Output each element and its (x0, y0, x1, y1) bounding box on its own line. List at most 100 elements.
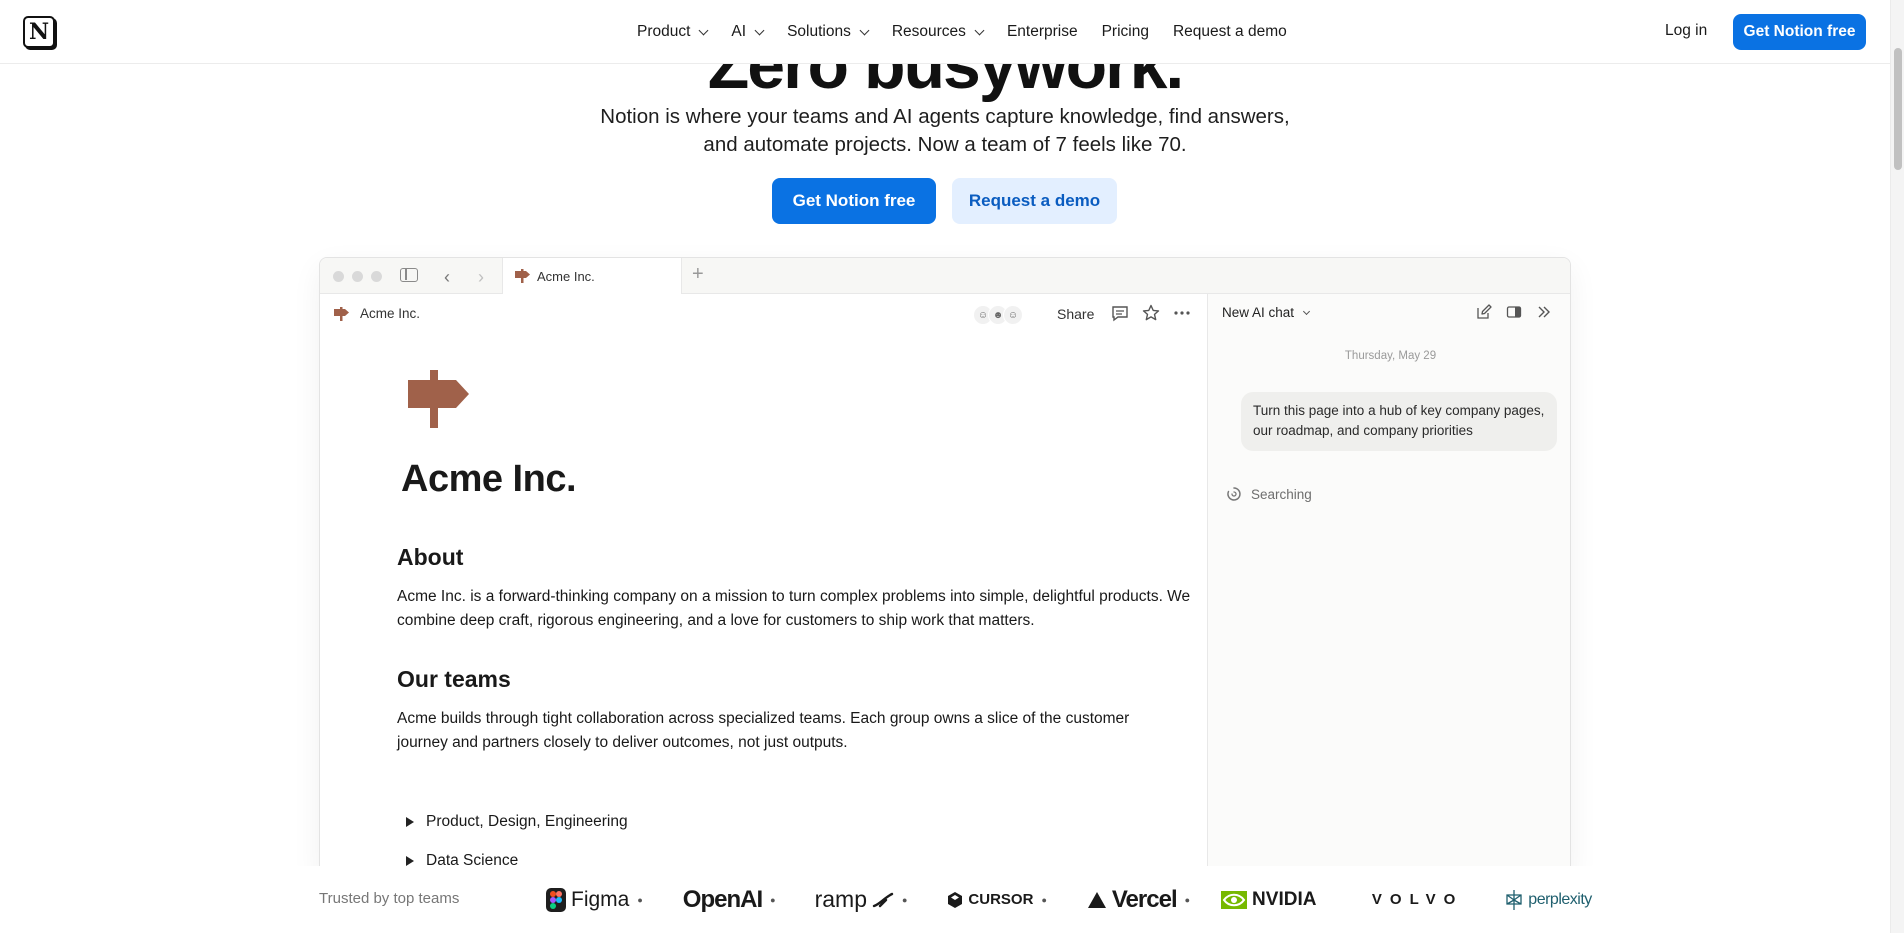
chevron-down-icon (974, 25, 985, 35)
nav-links: Product AI Solutions Resources Enterpris… (625, 0, 1299, 64)
trusted-by-bar: Trusted by top teams Figma ● OpenAI ● ramp… (0, 866, 1890, 933)
logo-letter: N (28, 19, 50, 45)
hero-subtitle: Notion is where your teams and AI agents… (600, 105, 1290, 156)
panel-layout-icon[interactable] (1506, 304, 1522, 320)
separator-dot: ● (637, 894, 643, 905)
tab-acme-inc[interactable]: Acme Inc. (502, 258, 682, 294)
get-notion-free-button[interactable]: Get Notion free (772, 178, 936, 224)
teams-heading: Our teams (397, 666, 511, 692)
about-heading: About (397, 544, 464, 570)
separator-dot: ● (770, 894, 776, 905)
page-scrollbar[interactable] (1890, 0, 1904, 933)
ramp-logo[interactable]: ramp ● (815, 886, 908, 913)
teams-paragraph: Acme builds through tight collaboration … (397, 710, 1130, 751)
signpost-page-icon (408, 370, 469, 428)
chevron-down-icon (698, 25, 709, 35)
login-link[interactable]: Log in (1665, 22, 1707, 40)
collaborator-avatars[interactable]: ☺ ☻ ☺ (973, 305, 1023, 325)
window-titlebar: ‹ › Acme Inc. + (320, 258, 1570, 294)
page-header: Acme Inc. ☺ ☻ ☺ Share (320, 294, 1207, 334)
about-paragraph: Acme Inc. is a forward-thinking company … (397, 588, 1191, 629)
separator-dot: ● (901, 894, 908, 905)
brand-name: Figma (571, 887, 630, 911)
nav-item-ai[interactable]: AI (719, 23, 775, 41)
page-pane: Acme Inc. ☺ ☻ ☺ Share Acme Inc. About Ac… (320, 294, 1207, 876)
brand-name: perplexity (1528, 890, 1592, 908)
openai-logo[interactable]: OpenAI ● (682, 885, 776, 914)
back-arrow-icon[interactable]: ‹ (444, 267, 450, 288)
chat-date: Thursday, May 29 (1344, 350, 1437, 362)
nav-item-pricing[interactable]: Pricing (1090, 23, 1161, 41)
brand-name: NVIDIA (1252, 888, 1317, 910)
toggle-triangle-icon (406, 856, 414, 866)
trusted-label: Trusted by top teams (319, 890, 460, 907)
figma-logo[interactable]: Figma ● (546, 887, 643, 912)
nvidia-eye-icon (1221, 890, 1248, 909)
ai-searching-status: Searching (1226, 486, 1312, 502)
comment-icon[interactable] (1111, 304, 1129, 322)
cursor-cube-icon (948, 891, 963, 908)
ai-chat-title: New AI chat (1222, 305, 1295, 320)
signpost-icon (515, 269, 530, 283)
separator-dot: ● (1041, 894, 1047, 905)
page-title[interactable]: Acme Inc. (401, 458, 577, 501)
figma-icon (546, 887, 566, 912)
notion-logo[interactable]: N (23, 16, 55, 48)
get-notion-free-nav-button[interactable]: Get Notion free (1733, 14, 1866, 50)
nav-item-label: AI (731, 23, 747, 40)
vercel-triangle-icon (1087, 891, 1106, 908)
ai-chat-pane: New AI chat Thursday, May 29 Turn this p… (1207, 294, 1570, 876)
separator-dot: ● (1184, 894, 1191, 905)
close-dot[interactable] (333, 271, 344, 282)
ai-chat-actions (1476, 304, 1552, 320)
toggle-product-design-engineering[interactable]: Product, Design, Engineering (406, 813, 628, 831)
volvo-logo[interactable]: VOLVO (1372, 891, 1463, 908)
brand-name: ramp (814, 886, 867, 912)
app-preview-window: ‹ › Acme Inc. + Acme Inc. ☺ ☻ ☺ Share Ac… (319, 257, 1571, 877)
request-demo-button[interactable]: Request a demo (952, 178, 1117, 224)
signpost-icon (334, 307, 349, 321)
nav-item-label: Solutions (787, 23, 851, 40)
forward-arrow-icon[interactable]: › (478, 267, 484, 288)
nav-item-enterprise[interactable]: Enterprise (995, 23, 1090, 41)
cursor-logo[interactable]: CURSOR ● (947, 891, 1047, 909)
sidebar-toggle-icon[interactable] (400, 268, 418, 282)
nav-item-solutions[interactable]: Solutions (775, 23, 880, 41)
ai-chat-title-dropdown[interactable]: New AI chat (1222, 305, 1311, 320)
nav-item-request-demo[interactable]: Request a demo (1161, 23, 1299, 41)
nav-item-label: Product (637, 23, 691, 40)
share-button[interactable]: Share (1057, 306, 1094, 322)
nav-item-resources[interactable]: Resources (880, 23, 995, 41)
top-navigation: N Product AI Solutions Resources Enterpr… (0, 0, 1890, 64)
minimize-dot[interactable] (352, 271, 363, 282)
page-actions (1111, 304, 1191, 322)
brand-name: Vercel (1111, 885, 1178, 913)
loading-spinner-icon (1227, 487, 1241, 501)
new-tab-plus-icon[interactable]: + (692, 263, 704, 286)
star-icon[interactable] (1142, 304, 1160, 322)
chevron-down-icon (859, 25, 870, 35)
new-chat-icon[interactable] (1476, 304, 1492, 320)
brand-name: OpenAI (682, 885, 763, 913)
nav-item-label: Enterprise (1006, 23, 1078, 40)
page-breadcrumb[interactable]: Acme Inc. (360, 306, 420, 321)
vercel-logo[interactable]: Vercel ● (1087, 885, 1191, 914)
user-message-bubble: Turn this page into a hub of key company… (1241, 392, 1557, 451)
nav-item-label: Resources (891, 23, 966, 40)
collapse-panel-icon[interactable] (1536, 304, 1552, 320)
ramp-mark-icon (872, 892, 894, 907)
chevron-down-icon (754, 25, 765, 35)
ai-status-text: Searching (1251, 486, 1312, 502)
window-controls (333, 271, 382, 282)
nvidia-logo[interactable]: NVIDIA● (1221, 889, 1330, 911)
toggle-label: Product, Design, Engineering (426, 813, 628, 830)
chevron-down-icon (1303, 307, 1311, 315)
brand-name: VOLVO (1371, 891, 1464, 908)
tab-label: Acme Inc. (537, 268, 595, 284)
nav-item-product[interactable]: Product (625, 23, 719, 41)
maximize-dot[interactable] (371, 271, 382, 282)
more-icon[interactable] (1173, 304, 1191, 322)
perplexity-logo[interactable]: perplexity (1505, 889, 1592, 911)
avatar: ☺ (1003, 305, 1023, 325)
scrollbar-thumb[interactable] (1894, 48, 1902, 170)
